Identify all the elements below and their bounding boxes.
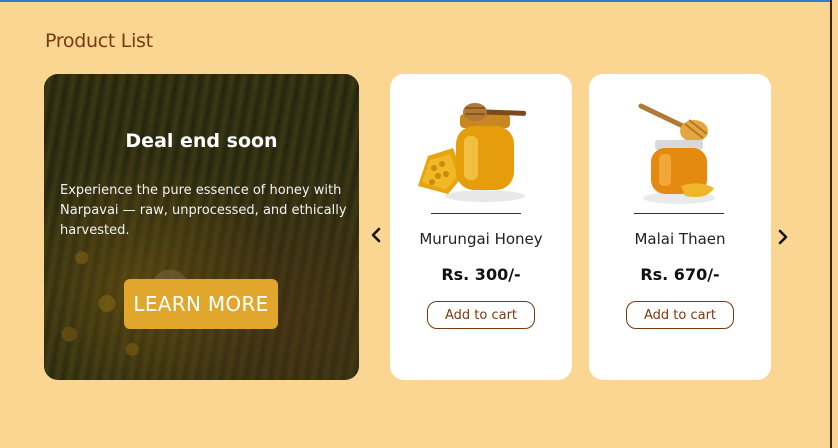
product-price: Rs. 670/- [640,265,720,284]
product-name: Murungai Honey [419,230,543,248]
product-price: Rs. 300/- [441,265,521,284]
deal-description: Experience the pure essence of honey wit… [60,183,347,238]
deal-heading: Deal end soon [125,130,278,152]
product-card[interactable]: Murungai Honey Rs. 300/- Add to cart [390,74,572,380]
learn-more-button[interactable]: LEARN MORE [124,279,278,329]
product-name: Malai Thaen [634,230,726,248]
add-to-cart-button[interactable]: Add to cart [427,301,535,329]
deal-banner: Deal end soon Experience the pure essenc… [44,74,359,380]
chevron-left-icon[interactable] [367,226,385,244]
chevron-right-icon[interactable] [774,228,792,246]
window-top-border [0,0,838,2]
window-right-edge [830,0,838,448]
honey-jar-image [390,96,572,206]
product-divider [431,213,521,214]
product-divider [634,213,724,214]
page-title: Product List [45,30,153,52]
honey-jar-image [589,96,771,206]
add-to-cart-button[interactable]: Add to cart [626,301,734,329]
product-card[interactable]: Malai Thaen Rs. 670/- Add to cart [589,74,771,380]
